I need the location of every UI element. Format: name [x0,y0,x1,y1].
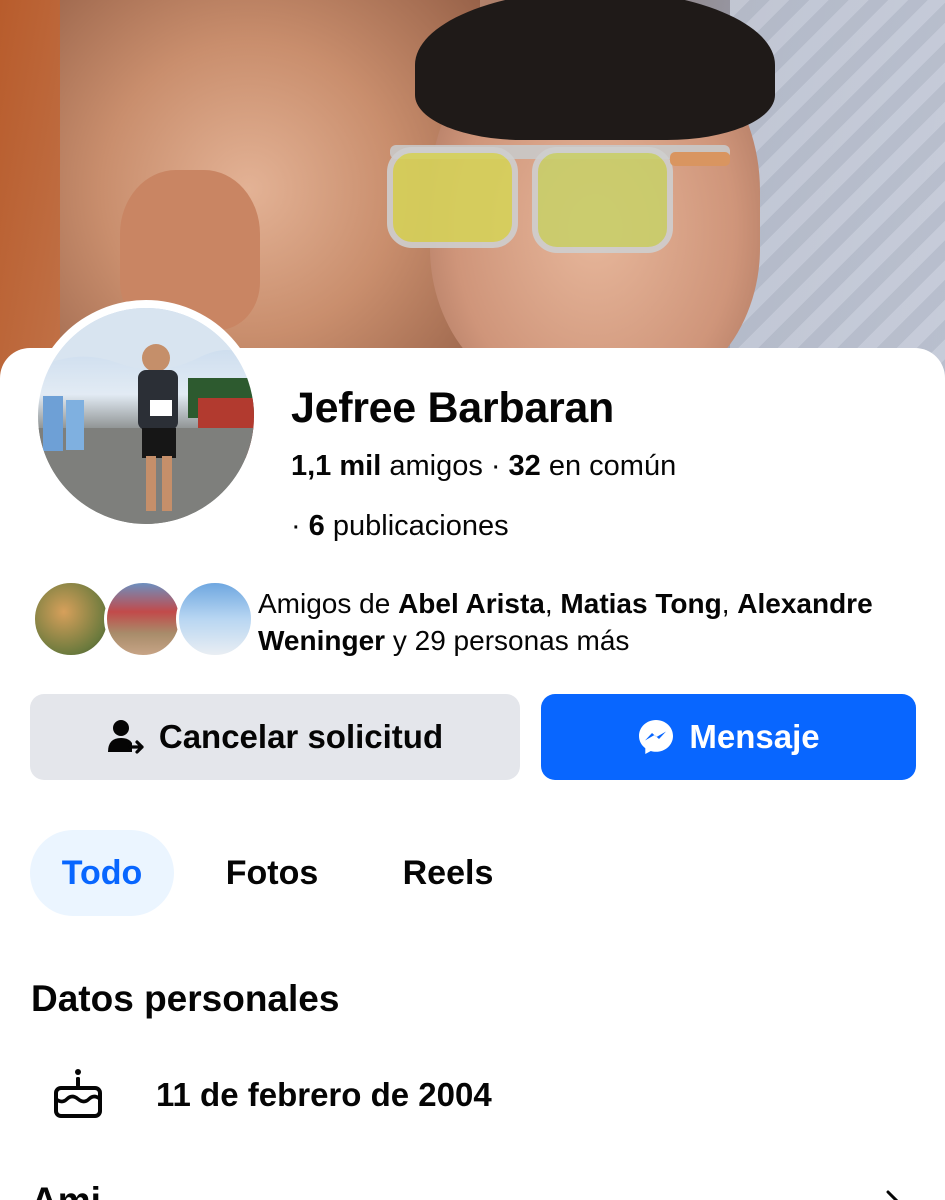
mutual-count[interactable]: 32 [509,450,541,482]
mutual-avatar[interactable] [176,580,254,658]
tab-reels[interactable]: Reels [388,830,508,916]
profile-stats: 1,1 mil amigos · 32 en común [291,450,677,482]
mutual-suffix[interactable]: 29 personas más [415,625,630,656]
friends-section-title: Ami [31,1180,101,1200]
tab-todo[interactable]: Todo [30,830,174,916]
mutual-friend-name[interactable]: Abel Arista [398,588,545,619]
mutual-friends-avatars[interactable] [32,580,254,660]
see-all-arrow-icon[interactable] [880,1188,904,1200]
friends-count[interactable]: 1,1 mil [291,450,381,482]
birthday-cake-icon [50,1066,106,1122]
mutual-friends-text[interactable]: Amigos de Abel Arista, Matias Tong, Alex… [258,585,918,659]
mutual-avatar[interactable] [32,580,110,658]
posts-count: 6 [308,510,325,542]
message-button[interactable]: Mensaje [541,694,916,780]
mutual-friend-name[interactable]: Matias Tong [560,588,721,619]
profile-name: Jefree Barbaran [291,384,614,432]
mutual-avatar[interactable] [104,580,182,658]
tab-fotos[interactable]: Fotos [210,830,334,916]
messenger-icon [637,718,675,756]
profile-avatar[interactable] [30,300,262,532]
sunglasses-graphic [387,145,730,253]
mutual-label[interactable]: en común [549,450,676,482]
mutual-connector: y [392,625,407,656]
personal-data-title: Datos personales [31,978,340,1019]
message-label: Mensaje [689,718,820,755]
person-arrow-icon [107,718,145,756]
cancel-request-button[interactable]: Cancelar solicitud [30,694,520,780]
cancel-request-label: Cancelar solicitud [158,718,444,755]
posts-stats: · 6 publicaciones [291,510,509,542]
avatar-photo [38,308,254,524]
posts-label: publicaciones [332,510,509,542]
friends-label[interactable]: amigos [389,450,483,482]
profile-screen: Jefree Barbaran 1,1 mil amigos · 32 en com… [0,0,945,1200]
birthday-value: 11 de febrero de 2004 [156,1076,492,1113]
mutual-prefix: Amigos de [258,588,391,619]
